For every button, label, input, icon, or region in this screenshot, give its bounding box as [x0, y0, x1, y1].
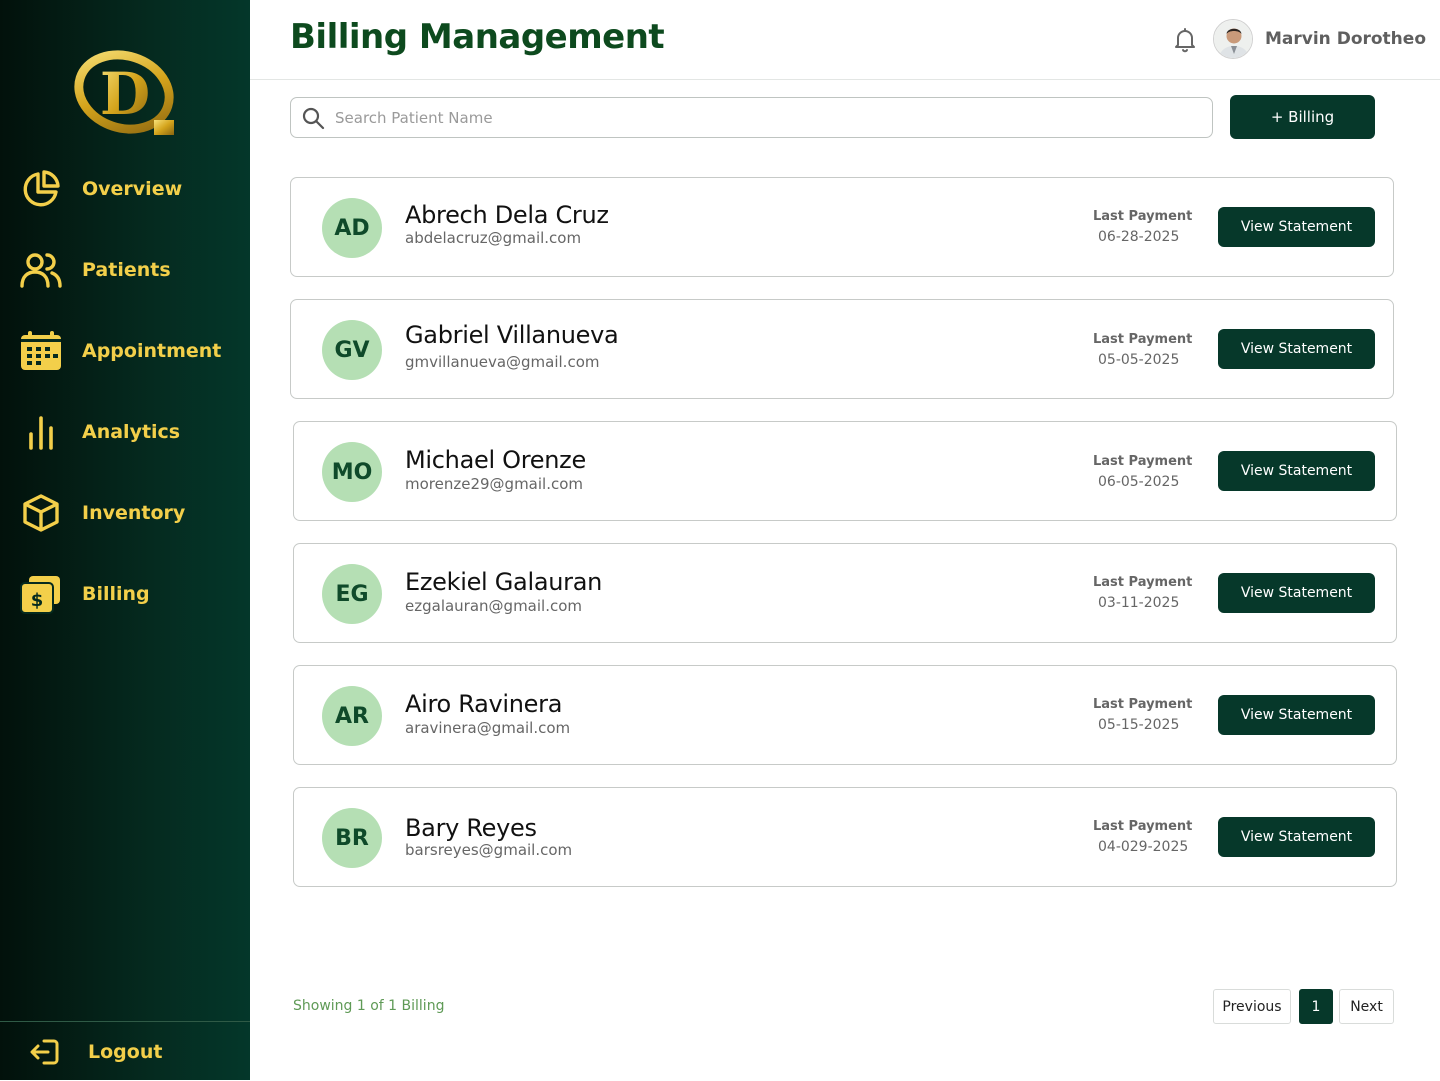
logout-section: Logout [0, 1021, 250, 1080]
page-title: Billing Management [290, 17, 665, 57]
billing-card: BR Bary Reyes barsreyes@gmail.com Last P… [293, 787, 1397, 887]
avatar[interactable] [1213, 19, 1253, 59]
last-payment-date: 05-15-2025 [1098, 717, 1180, 733]
view-statement-button[interactable]: View Statement [1218, 207, 1375, 247]
logout-button[interactable]: Logout [0, 1022, 250, 1081]
sidebar-item-billing[interactable]: $ Billing [0, 564, 250, 624]
billing-card: MO Michael Orenze morenze29@gmail.com La… [293, 421, 1397, 521]
patient-initials-avatar: BR [322, 808, 382, 868]
last-payment-label: Last Payment [1093, 819, 1193, 834]
user-name: Marvin Dorotheo [1265, 29, 1426, 49]
page-number-button[interactable]: 1 [1299, 989, 1333, 1024]
last-payment-label: Last Payment [1093, 454, 1193, 469]
view-statement-button[interactable]: View Statement [1218, 817, 1375, 857]
patient-email: barsreyes@gmail.com [405, 841, 573, 859]
svg-text:D: D [100, 60, 150, 128]
sidebar-item-label: Inventory [82, 502, 186, 524]
previous-page-button[interactable]: Previous [1213, 989, 1291, 1024]
billing-card: GV Gabriel Villanueva gmvillanueva@gmail… [290, 299, 1394, 399]
box-icon [20, 492, 62, 534]
sidebar-item-patients[interactable]: Patients [0, 240, 250, 300]
view-statement-button[interactable]: View Statement [1218, 451, 1375, 491]
last-payment-date: 04-029-2025 [1098, 839, 1189, 855]
add-billing-button[interactable]: + Billing [1230, 95, 1375, 139]
sidebar-item-analytics[interactable]: Analytics [0, 402, 250, 462]
svg-text:$: $ [31, 590, 44, 611]
last-payment-label: Last Payment [1093, 332, 1193, 347]
patient-initials-avatar: AD [322, 198, 382, 258]
sidebar: D Overview Patients Appointment Analytic… [0, 0, 250, 1080]
sidebar-item-label: Billing [82, 583, 150, 605]
patient-initials-avatar: GV [322, 320, 382, 380]
last-payment-date: 03-11-2025 [1098, 595, 1180, 611]
users-icon [20, 249, 62, 291]
view-statement-button[interactable]: View Statement [1218, 329, 1375, 369]
patient-initials-avatar: MO [322, 442, 382, 502]
calendar-icon [20, 330, 62, 372]
sidebar-item-label: Appointment [82, 340, 222, 362]
billing-card: AD Abrech Dela Cruz abdelacruz@gmail.com… [290, 177, 1394, 277]
patient-email: gmvillanueva@gmail.com [405, 353, 600, 371]
patient-name: Abrech Dela Cruz [405, 201, 609, 229]
top-bar: Billing Management Marvin Dorotheo [250, 0, 1440, 80]
pagination-summary: Showing 1 of 1 Billing [293, 998, 445, 1014]
search-input[interactable] [335, 98, 1195, 137]
last-payment-date: 06-28-2025 [1098, 229, 1180, 245]
logout-label: Logout [88, 1040, 163, 1063]
sidebar-item-label: Analytics [82, 421, 181, 443]
patient-email: morenze29@gmail.com [405, 475, 584, 493]
last-payment-date: 05-05-2025 [1098, 352, 1180, 368]
patient-name: Airo Ravinera [405, 690, 563, 718]
sidebar-item-inventory[interactable]: Inventory [0, 483, 250, 543]
billing-card: AR Airo Ravinera aravinera@gmail.com Las… [293, 665, 1397, 765]
sidebar-item-label: Overview [82, 178, 183, 200]
search-box [290, 97, 1213, 138]
patient-email: ezgalauran@gmail.com [405, 597, 583, 615]
billing-card: EG Ezekiel Galauran ezgalauran@gmail.com… [293, 543, 1397, 643]
patient-name: Gabriel Villanueva [405, 321, 619, 349]
sidebar-item-overview[interactable]: Overview [0, 159, 250, 219]
bar-chart-icon [20, 411, 62, 453]
patient-name: Bary Reyes [405, 814, 537, 842]
bell-icon[interactable] [1172, 27, 1198, 53]
patient-name: Michael Orenze [405, 446, 586, 474]
patient-name: Ezekiel Galauran [405, 568, 603, 596]
patient-email: aravinera@gmail.com [405, 719, 571, 737]
pie-chart-icon [20, 168, 62, 210]
sidebar-item-label: Patients [82, 259, 171, 281]
billing-icon: $ [20, 573, 62, 615]
patient-initials-avatar: AR [322, 686, 382, 746]
patient-email: abdelacruz@gmail.com [405, 229, 582, 247]
sidebar-item-appointment[interactable]: Appointment [0, 321, 250, 381]
last-payment-label: Last Payment [1093, 209, 1193, 224]
last-payment-label: Last Payment [1093, 697, 1193, 712]
logout-icon [28, 1031, 62, 1073]
view-statement-button[interactable]: View Statement [1218, 573, 1375, 613]
patient-initials-avatar: EG [322, 564, 382, 624]
last-payment-label: Last Payment [1093, 575, 1193, 590]
next-page-button[interactable]: Next [1339, 989, 1394, 1024]
view-statement-button[interactable]: View Statement [1218, 695, 1375, 735]
search-icon [301, 106, 325, 130]
clinic-logo: D [74, 50, 176, 138]
last-payment-date: 06-05-2025 [1098, 474, 1180, 490]
